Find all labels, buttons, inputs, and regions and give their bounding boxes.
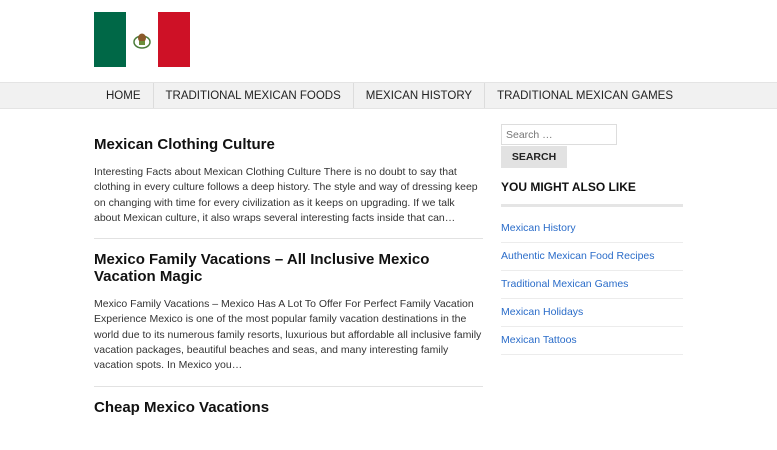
post-excerpt: Interesting Facts about Mexican Clothing… [94,166,478,224]
main-navigation: HOME TRADITIONAL MEXICAN FOODS MEXICAN H… [0,82,777,109]
coat-of-arms-icon [133,33,151,49]
post-item: Mexican Clothing Culture Interesting Fac… [94,136,483,240]
nav-item-traditional-mexican-games[interactable]: TRADITIONAL MEXICAN GAMES [485,83,685,108]
post-item: Cheap Mexico Vacations [94,399,483,440]
related-links: Mexican History Authentic Mexican Food R… [501,215,683,355]
related-link-mexican-tattoos[interactable]: Mexican Tattoos [501,327,683,355]
post-title[interactable]: Cheap Mexico Vacations [94,399,483,416]
site-header [0,0,777,82]
search-input[interactable] [501,124,617,145]
flag-green-stripe [94,12,126,67]
widget-title: YOU MIGHT ALSO LIKE [501,180,683,207]
nav-item-mexican-history[interactable]: MEXICAN HISTORY [354,83,486,108]
sidebar: SEARCH YOU MIGHT ALSO LIKE Mexican Histo… [501,124,683,355]
flag-white-stripe [126,12,158,67]
related-link-mexican-history[interactable]: Mexican History [501,215,683,243]
post-title[interactable]: Mexico Family Vacations – All Inclusive … [94,251,483,285]
post-excerpt: Mexico Family Vacations – Mexico Has A L… [94,298,482,372]
post-title[interactable]: Mexican Clothing Culture [94,136,483,153]
flag-red-stripe [158,12,190,67]
mexico-flag-logo[interactable] [94,12,190,67]
post-item: Mexico Family Vacations – All Inclusive … [94,251,483,387]
related-link-mexican-holidays[interactable]: Mexican Holidays [501,299,683,327]
nav-item-traditional-mexican-foods[interactable]: TRADITIONAL MEXICAN FOODS [154,83,354,108]
post-list: Mexican Clothing Culture Interesting Fac… [94,124,483,450]
search-button[interactable]: SEARCH [501,146,567,168]
related-link-traditional-mexican-games[interactable]: Traditional Mexican Games [501,271,683,299]
related-link-authentic-mexican-food-recipes[interactable]: Authentic Mexican Food Recipes [501,243,683,271]
nav-item-home[interactable]: HOME [94,83,154,108]
